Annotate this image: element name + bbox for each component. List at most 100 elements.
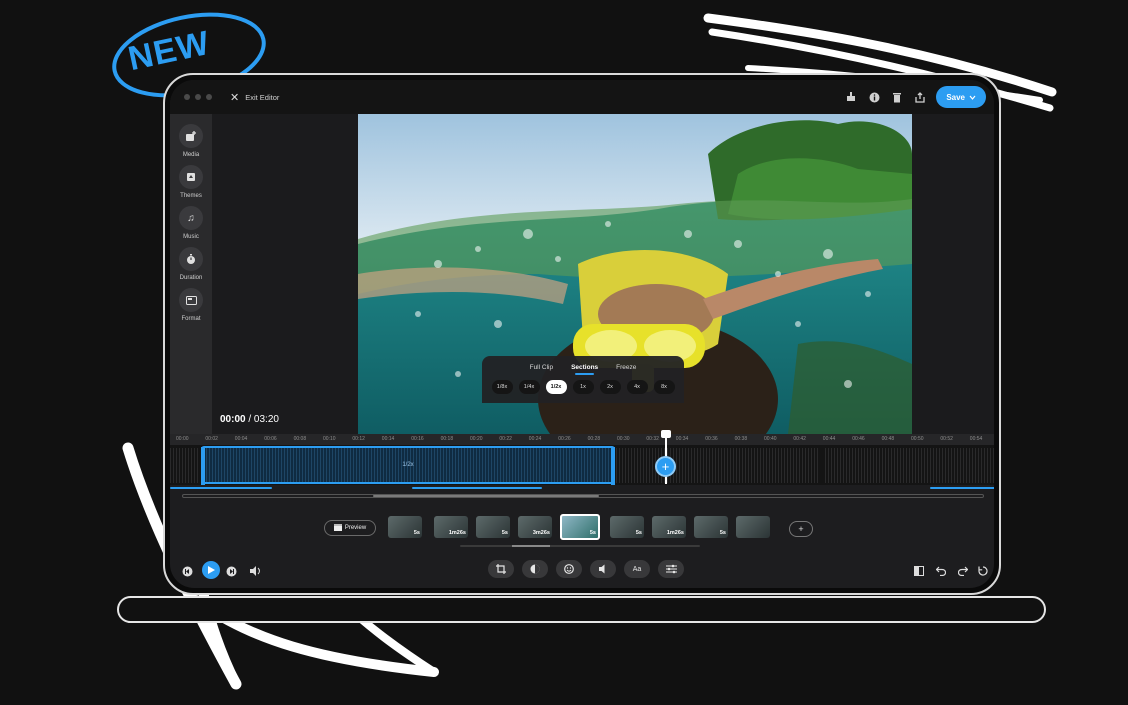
clip-thumbnail-active[interactable]: 5s	[560, 514, 600, 540]
speed-option[interactable]: 1/8x	[491, 380, 513, 394]
preview-label: Preview	[344, 525, 367, 531]
redo-icon[interactable]	[956, 564, 970, 578]
sidebar-label-music: Music	[183, 234, 199, 240]
preview-button[interactable]: Preview	[324, 520, 376, 536]
ruler-tick-label: 00:36	[705, 436, 718, 442]
text-tool-button[interactable]: Aa	[624, 560, 650, 578]
timecode: 00:00 / 03:20	[220, 414, 279, 425]
skip-back-icon[interactable]	[180, 564, 194, 578]
filter-tool-button[interactable]	[522, 560, 548, 578]
volume-tool-button[interactable]	[590, 560, 616, 578]
ruler-tick-label: 00:48	[881, 436, 895, 442]
playhead-handle[interactable]	[661, 430, 671, 438]
clip-thumbnail[interactable]: 5s	[610, 516, 644, 538]
top-bar: ✕ Exit Editor Save	[170, 80, 994, 114]
sticker-tool-button[interactable]	[556, 560, 582, 578]
track-indicator	[412, 487, 542, 489]
time-separator: /	[248, 414, 252, 425]
speed-option-selected[interactable]: 1/2x	[545, 380, 567, 394]
ruler-tick-label: 00:30	[617, 436, 630, 442]
ruler-tick-label: 00:32	[646, 436, 659, 442]
ruler-tick-label: 00:34	[675, 436, 689, 442]
clip-thumbnails: 5s 1m26s 5s 3m26s 5s 5s 1m26s 5s	[388, 514, 778, 542]
clip-thumbnail[interactable]: 1m26s	[652, 516, 686, 538]
add-clip-label: +	[798, 524, 804, 534]
speed-option[interactable]: 8x	[653, 380, 675, 394]
share-icon[interactable]	[913, 90, 927, 104]
thumb-scrollbar[interactable]	[460, 545, 700, 547]
clip-thumbnail[interactable]: 5s	[388, 516, 422, 538]
add-section-button[interactable]: +	[655, 456, 676, 477]
top-actions: Save	[844, 86, 986, 108]
tab-sections[interactable]: Sections	[571, 364, 598, 375]
adjust-tool-button[interactable]	[658, 560, 684, 578]
laptop-base	[117, 596, 1046, 623]
media-add-icon	[179, 124, 203, 148]
clip-thumbnail[interactable]	[736, 516, 770, 538]
sliders-icon	[665, 564, 677, 574]
timeline-clip[interactable]	[170, 448, 200, 483]
sidebar-item-music[interactable]: ♫ Music	[170, 206, 212, 240]
close-icon: ✕	[230, 91, 240, 104]
speaker-icon[interactable]	[248, 564, 262, 578]
undo-icon[interactable]	[934, 564, 948, 578]
clip-thumbnail[interactable]: 1m26s	[434, 516, 468, 538]
sidebar-label-format: Format	[181, 316, 201, 322]
save-label: Save	[946, 92, 965, 102]
ruler-tick-label: 00:14	[381, 436, 395, 442]
crop-icon	[496, 564, 506, 574]
exit-editor-label: Exit Editor	[245, 92, 280, 102]
track-indicator	[170, 487, 272, 489]
tray-icon[interactable]	[844, 90, 858, 104]
trash-icon[interactable]	[890, 90, 904, 104]
speed-option[interactable]: 1/4x	[518, 380, 540, 394]
music-icon: ♫	[179, 206, 203, 230]
timeline-scrollbar-thumb[interactable]	[373, 495, 599, 497]
sidebar-item-duration[interactable]: Duration	[170, 247, 212, 281]
ruler-tick-label: 00:22	[499, 436, 512, 442]
speed-tabs: Full Clip Sections Freeze	[482, 364, 684, 375]
timeline-scrollbar[interactable]	[182, 494, 984, 498]
play-button[interactable]	[202, 561, 220, 579]
speed-option[interactable]: 2x	[599, 380, 621, 394]
ruler-tick-label: 00:04	[234, 436, 248, 442]
ruler-tick-label: 00:44	[822, 436, 836, 442]
total-time: 03:20	[253, 414, 279, 425]
speed-option[interactable]: 1x	[572, 380, 594, 394]
ruler-tick-label: 00:18	[440, 436, 454, 442]
timeline-clip[interactable]	[825, 448, 994, 483]
ruler-tick-label: 00:16	[411, 436, 424, 442]
skip-forward-icon[interactable]	[224, 564, 238, 578]
thumb-scrollbar-thumb[interactable]	[512, 545, 550, 547]
section-speed-label: 1/2x	[402, 462, 414, 468]
reset-icon[interactable]	[976, 564, 990, 578]
clip-thumbnail[interactable]: 3m26s	[518, 516, 552, 538]
save-button[interactable]: Save	[936, 86, 986, 108]
sidebar-label-media: Media	[182, 152, 200, 158]
clip-thumbnail[interactable]: 5s	[694, 516, 728, 538]
crop-tool-button[interactable]	[488, 560, 514, 578]
clip-thumbnail[interactable]: 5s	[476, 516, 510, 538]
timeline-track[interactable]: 1/2x	[170, 445, 994, 485]
device-frame: ✕ Exit Editor Save Media Themes ♫ Music …	[163, 73, 1001, 595]
themes-icon	[179, 165, 203, 189]
exit-editor-button[interactable]: ✕ Exit Editor	[230, 91, 279, 104]
ruler-tick-label: 00:02	[205, 436, 218, 442]
info-icon[interactable]	[867, 90, 881, 104]
add-clip-button[interactable]: +	[789, 521, 813, 537]
clapper-icon	[333, 523, 342, 533]
sidebar-item-media[interactable]: Media	[170, 124, 212, 158]
section-end-handle[interactable]	[611, 447, 615, 485]
sidebar-label-themes: Themes	[180, 193, 202, 199]
tab-full-clip[interactable]: Full Clip	[530, 364, 553, 374]
sidebar-item-themes[interactable]: Themes	[170, 165, 212, 199]
editor-screen: ✕ Exit Editor Save Media Themes ♫ Music …	[170, 80, 994, 588]
timeline-ruler[interactable]: 00:00 00:02 00:04 00:06 00:08 00:10 00:12 00:14…	[170, 434, 994, 445]
tab-freeze[interactable]: Freeze	[616, 364, 636, 374]
speed-option[interactable]: 4x	[626, 380, 648, 394]
split-view-icon[interactable]	[912, 564, 926, 578]
selected-section[interactable]: 1/2x	[201, 446, 615, 485]
text-icon: Aa	[632, 565, 642, 573]
sidebar-item-format[interactable]: Format	[170, 288, 212, 322]
timeline-clip[interactable]	[616, 448, 820, 483]
